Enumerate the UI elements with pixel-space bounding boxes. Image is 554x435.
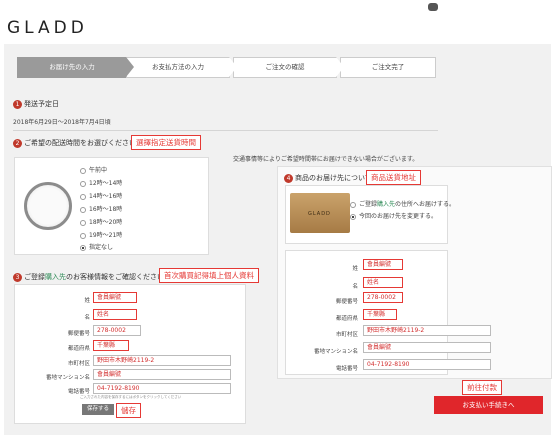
title-highlight: 購入先 bbox=[45, 273, 66, 281]
label-first-name: 名 bbox=[84, 315, 90, 321]
time-option-12-14[interactable]: 12時〜14時 bbox=[80, 178, 122, 187]
divider bbox=[13, 130, 438, 131]
option-label: 19時〜21時 bbox=[89, 232, 123, 239]
label-last-name: 姓 bbox=[84, 298, 90, 304]
radio-icon[interactable] bbox=[350, 201, 356, 208]
option-label: の住所へお届けする。 bbox=[395, 201, 456, 208]
radio-icon[interactable] bbox=[80, 167, 86, 174]
step-label: お届け先の入力 bbox=[49, 63, 95, 71]
input-delivery-phone[interactable]: 04-7192-8190 bbox=[363, 359, 491, 370]
option-label: 14時〜16時 bbox=[89, 193, 123, 200]
save-button[interactable]: 保存する bbox=[82, 404, 114, 415]
section-delivery-time-title: 2 ご希望の配送時間をお選びください bbox=[13, 138, 136, 148]
radio-icon[interactable] bbox=[80, 219, 86, 226]
option-label: ご登録 bbox=[359, 201, 378, 208]
radio-icon[interactable] bbox=[80, 180, 86, 187]
option-label-highlight: 購入先 bbox=[377, 201, 396, 208]
step-shipping-address: お届け先の入力 bbox=[17, 57, 134, 78]
step-order-confirm: ご注文の確認 bbox=[233, 57, 344, 78]
input-delivery-first-name[interactable]: 姓名 bbox=[363, 277, 403, 288]
time-option-none[interactable]: 指定なし bbox=[80, 242, 113, 251]
time-option-14-16[interactable]: 14時〜16時 bbox=[80, 191, 122, 200]
input-prefecture[interactable]: 千葉縣 bbox=[93, 340, 129, 351]
label-prefecture: 都道府県 bbox=[335, 316, 358, 322]
step-label: ご注文完了 bbox=[371, 63, 405, 71]
label-city: 市町村区 bbox=[67, 361, 90, 367]
input-delivery-building[interactable]: 會員編號 bbox=[363, 342, 491, 353]
ship-date-range: 2018年6月29日〜2018年7月4日頃 bbox=[13, 119, 111, 126]
section-number-badge: 3 bbox=[13, 272, 22, 282]
step-label: ご注文の確認 bbox=[265, 63, 305, 71]
delivery-option-registered[interactable]: ご登録購入先の住所へお届けする。 bbox=[350, 199, 455, 208]
input-delivery-postal-code[interactable]: 278-0002 bbox=[363, 292, 403, 303]
radio-icon[interactable] bbox=[80, 232, 86, 239]
clock-icon bbox=[24, 182, 72, 230]
section-delivery-address-title: 4 商品のお届け先について bbox=[284, 173, 372, 183]
annotation-customer-info: 首次購買記得填上個人資料 bbox=[159, 268, 259, 283]
input-postal-code[interactable]: 278-0002 bbox=[93, 325, 141, 336]
package-box-label: GLADD bbox=[308, 211, 331, 217]
annotation-checkout: 前往付款 bbox=[462, 380, 502, 395]
label-building: 番地マンション名 bbox=[45, 375, 90, 381]
section-title-text: 商品のお届け先について bbox=[295, 174, 372, 182]
time-option-morning[interactable]: 午前中 bbox=[80, 165, 107, 174]
label-prefecture: 都道府県 bbox=[67, 346, 90, 352]
title-text: ご登録 bbox=[24, 273, 45, 281]
radio-selected-icon[interactable] bbox=[80, 244, 86, 251]
proceed-to-payment-button[interactable]: お支払い手続きへ bbox=[434, 396, 543, 414]
option-label: 18時〜20時 bbox=[89, 219, 123, 226]
label-phone: 電話番号 bbox=[335, 366, 358, 372]
annotation-save: 儲存 bbox=[116, 403, 141, 418]
step-label: お支払方法の入力 bbox=[152, 63, 204, 71]
section-number-badge: 1 bbox=[13, 99, 22, 109]
section-title-text: ご希望の配送時間をお選びください bbox=[24, 139, 136, 147]
step-payment-method: お支払方法の入力 bbox=[126, 57, 237, 78]
time-option-16-18[interactable]: 16時〜18時 bbox=[80, 204, 122, 213]
brand-logo[interactable]: GLADD bbox=[7, 18, 88, 38]
label-city: 市町村区 bbox=[335, 332, 358, 338]
input-phone[interactable]: 04-7192-8190 bbox=[93, 383, 231, 394]
input-delivery-last-name[interactable]: 會員編號 bbox=[363, 259, 403, 270]
option-label: 12時〜14時 bbox=[89, 180, 123, 187]
time-option-19-21[interactable]: 19時〜21時 bbox=[80, 230, 122, 239]
input-building[interactable]: 會員編號 bbox=[93, 369, 231, 380]
label-first-name: 名 bbox=[352, 284, 358, 290]
input-city[interactable]: 野田市木野崎2119-2 bbox=[93, 355, 231, 366]
option-label: 16時〜18時 bbox=[89, 206, 123, 213]
option-label: 今回のお届け先を変更する。 bbox=[359, 213, 438, 220]
title-text: のお客様情報をご確認ください bbox=[66, 273, 164, 281]
label-postal-code: 郵便番号 bbox=[335, 299, 358, 305]
label-building: 番地マンション名 bbox=[313, 349, 358, 355]
time-option-18-20[interactable]: 18時〜20時 bbox=[80, 217, 122, 226]
option-label: 指定なし bbox=[89, 244, 114, 251]
option-label: 午前中 bbox=[89, 167, 108, 174]
input-last-name[interactable]: 會員編號 bbox=[93, 292, 137, 303]
annotation-delivery-address: 商品送貨地址 bbox=[366, 170, 421, 185]
annotation-delivery-time: 選擇指定送貨時間 bbox=[131, 135, 201, 150]
chat-icon[interactable] bbox=[428, 3, 438, 11]
delivery-notice: 交通事情等によりご希望時間帯にお届けできない場合がございます。 bbox=[233, 156, 419, 163]
section-title-text: 発送予定日 bbox=[24, 100, 59, 108]
section-number-badge: 4 bbox=[284, 173, 293, 183]
radio-icon[interactable] bbox=[80, 206, 86, 213]
section-number-badge: 2 bbox=[13, 138, 22, 148]
input-delivery-prefecture[interactable]: 千葉縣 bbox=[363, 309, 397, 320]
label-phone: 電話番号 bbox=[67, 389, 90, 395]
section-ship-date-title: 1 発送予定日 bbox=[13, 99, 59, 109]
input-delivery-city[interactable]: 野田市木野崎2119-2 bbox=[363, 325, 491, 336]
save-note: ご入力された内容を保存するにはボタンをクリックしてください bbox=[80, 395, 182, 399]
label-postal-code: 郵便番号 bbox=[67, 331, 90, 337]
label-last-name: 姓 bbox=[352, 266, 358, 272]
radio-icon[interactable] bbox=[80, 193, 86, 200]
section-customer-info-title: 3 ご登録購入先のお客様情報をご確認ください bbox=[13, 272, 164, 282]
input-first-name[interactable]: 姓名 bbox=[93, 309, 137, 320]
step-order-complete: ご注文完了 bbox=[340, 57, 436, 78]
radio-selected-icon[interactable] bbox=[350, 213, 356, 220]
delivery-option-change[interactable]: 今回のお届け先を変更する。 bbox=[350, 211, 437, 220]
